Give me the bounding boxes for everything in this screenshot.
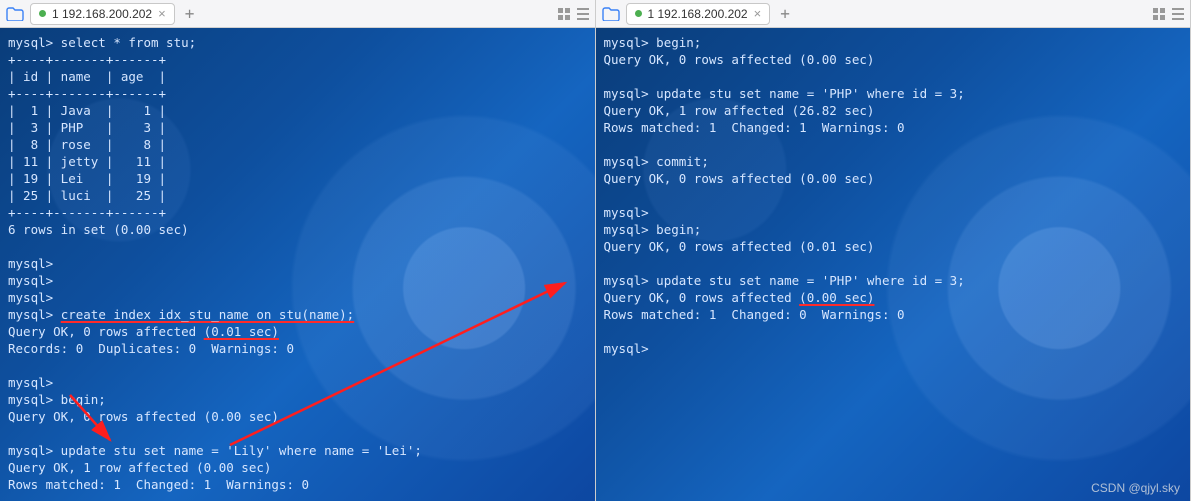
left-pane: 1 192.168.200.202 × + mysql> select * fr… <box>0 0 596 501</box>
terminal-line: mysql> select * from stu; <box>8 34 587 51</box>
terminal-line: 6 rows in set (0.00 sec) <box>8 221 587 238</box>
close-icon[interactable]: × <box>754 7 762 20</box>
folder-icon[interactable] <box>6 6 24 22</box>
terminal-line: Query OK, 0 rows affected (0.01 sec) <box>8 323 587 340</box>
terminal-line: mysql> <box>8 272 587 289</box>
grid-icon[interactable] <box>557 7 571 21</box>
app-root: 1 192.168.200.202 × + mysql> select * fr… <box>0 0 1191 501</box>
terminal-line: | 8 | rose | 8 | <box>8 136 587 153</box>
terminal-line: +----+-------+------+ <box>8 51 587 68</box>
terminal-line: Query OK, 1 row affected (0.00 sec) <box>8 459 587 476</box>
terminal-line: Rows matched: 1 Changed: 0 Warnings: 0 <box>604 306 1183 323</box>
terminal-line: mysql> <box>604 340 1183 357</box>
terminal-line: mysql> commit; <box>604 153 1183 170</box>
new-tab-button[interactable]: + <box>776 4 794 23</box>
tabbar-right <box>1152 7 1184 21</box>
terminal-line: mysql> begin; <box>604 34 1183 51</box>
terminal-line <box>604 187 1183 204</box>
terminal-line: Query OK, 0 rows affected (0.00 sec) <box>604 170 1183 187</box>
terminal-line: Query OK, 0 rows affected (0.00 sec) <box>604 51 1183 68</box>
terminal-line: | 25 | luci | 25 | <box>8 187 587 204</box>
terminal-line: mysql> update stu set name = 'PHP' where… <box>604 272 1183 289</box>
terminal-line <box>604 136 1183 153</box>
new-tab-button[interactable]: + <box>181 4 199 23</box>
terminal-line: mysql> begin; <box>604 221 1183 238</box>
terminal-line: mysql> create index idx_stu_name on stu(… <box>8 306 587 323</box>
menu-icon[interactable] <box>1172 7 1184 21</box>
terminal-line: Query OK, 0 rows affected (0.00 sec) <box>604 289 1183 306</box>
terminal-line: +----+-------+------+ <box>8 85 587 102</box>
terminal-line: mysql> begin; <box>8 391 587 408</box>
close-icon[interactable]: × <box>158 7 166 20</box>
terminal-output[interactable]: mysql> begin;Query OK, 0 rows affected (… <box>596 28 1191 501</box>
folder-icon[interactable] <box>602 6 620 22</box>
terminal-line: | 11 | jetty | 11 | <box>8 153 587 170</box>
terminal-line <box>604 255 1183 272</box>
right-pane: 1 192.168.200.202 × + mysql> begin;Query… <box>596 0 1191 501</box>
terminal-line <box>8 425 587 442</box>
terminal-line: Query OK, 1 row affected (26.82 sec) <box>604 102 1183 119</box>
grid-icon[interactable] <box>1152 7 1166 21</box>
terminal-line: | id | name | age | <box>8 68 587 85</box>
terminal-line: | 1 | Java | 1 | <box>8 102 587 119</box>
terminal-output[interactable]: mysql> select * from stu;+----+-------+-… <box>0 28 595 501</box>
terminal-line: Records: 0 Duplicates: 0 Warnings: 0 <box>8 340 587 357</box>
terminal-line <box>604 323 1183 340</box>
terminal-line: Rows matched: 1 Changed: 1 Warnings: 0 <box>8 476 587 493</box>
tab-label: 1 192.168.200.202 <box>52 7 152 21</box>
terminal-line: Rows matched: 1 Changed: 1 Warnings: 0 <box>604 119 1183 136</box>
terminal-line: | 3 | PHP | 3 | <box>8 119 587 136</box>
terminal-line <box>8 357 587 374</box>
session-tab[interactable]: 1 192.168.200.202 × <box>30 3 175 25</box>
terminal-line: mysql> <box>604 204 1183 221</box>
terminal-line: Query OK, 0 rows affected (0.00 sec) <box>8 408 587 425</box>
terminal-line: mysql> <box>8 374 587 391</box>
terminal-line: mysql> <box>8 289 587 306</box>
terminal-line: mysql> update stu set name = 'PHP' where… <box>604 85 1183 102</box>
terminal-line <box>8 238 587 255</box>
status-dot-icon <box>635 10 642 17</box>
status-dot-icon <box>39 10 46 17</box>
session-tab[interactable]: 1 192.168.200.202 × <box>626 3 771 25</box>
terminal-line: +----+-------+------+ <box>8 204 587 221</box>
tab-label: 1 192.168.200.202 <box>648 7 748 21</box>
menu-icon[interactable] <box>577 7 589 21</box>
tab-bar: 1 192.168.200.202 × + <box>596 0 1191 28</box>
tabbar-right <box>557 7 589 21</box>
tab-bar: 1 192.168.200.202 × + <box>0 0 595 28</box>
watermark: CSDN @qjyl.sky <box>1091 481 1180 495</box>
terminal-line <box>604 68 1183 85</box>
terminal-line: mysql> update stu set name = 'Lily' wher… <box>8 442 587 459</box>
terminal-line: Query OK, 0 rows affected (0.01 sec) <box>604 238 1183 255</box>
terminal-line: | 19 | Lei | 19 | <box>8 170 587 187</box>
terminal-line: mysql> <box>8 255 587 272</box>
